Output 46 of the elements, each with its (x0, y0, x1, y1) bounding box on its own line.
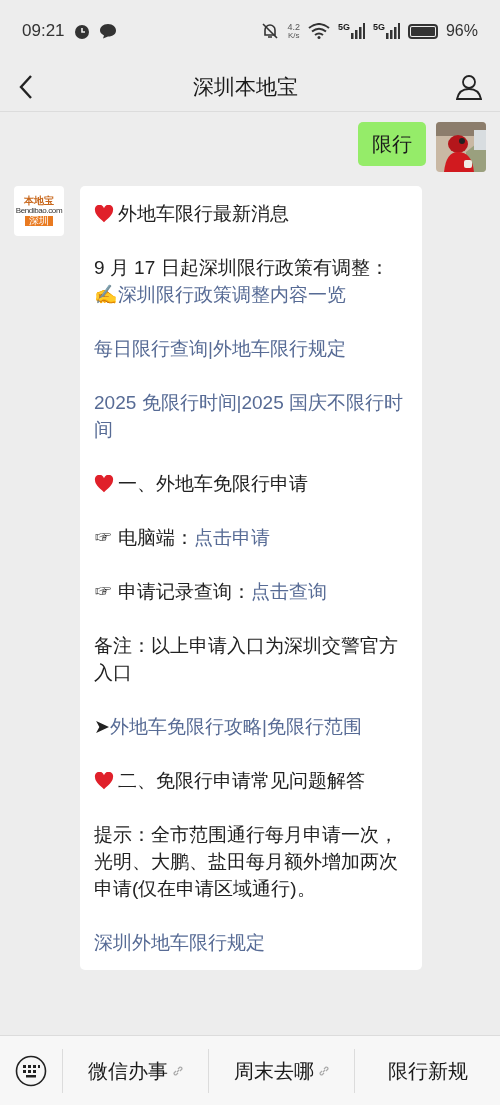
signal-icon (350, 23, 365, 39)
keyboard-icon[interactable] (15, 1054, 47, 1087)
link-icon (317, 1064, 330, 1077)
message-text: 提示：全市范围通行每月申请一次，光明、大鹏、盐田每月额外增加两次申请(仅在申请区域通行)。 (94, 823, 399, 901)
message-text: 9 月 17 日起深圳限行政策有调整： (94, 256, 389, 280)
message-link[interactable]: 深圳限行政策调整内容一览 (118, 281, 346, 308)
message-link[interactable]: 外地车免限行攻略|免限行范围 (110, 713, 362, 740)
chat-title: 深圳本地宝 (192, 73, 298, 100)
message-text: 一、外地车免限行申请 (118, 472, 308, 496)
menu-tab[interactable]: 周末去哪 (208, 1048, 354, 1093)
heart-icon (94, 204, 114, 223)
signal-icon (385, 23, 400, 39)
battery-icon (407, 23, 438, 39)
message-text: ✍ (94, 283, 118, 307)
back-icon[interactable] (18, 73, 34, 100)
message-text: ☞ 申请记录查询： (94, 580, 252, 604)
message-text: 二、免限行申请常见问题解答 (118, 769, 365, 793)
chat-bubble-icon (98, 23, 117, 39)
network-type: 5G (337, 23, 350, 32)
network-type: 5G (372, 23, 385, 32)
logo-brand: 本地宝 (24, 196, 54, 206)
logo-site: Bendibao.com (15, 207, 63, 215)
message-link[interactable]: 点击查询 (251, 578, 328, 605)
clock-time: 09:21 (22, 20, 65, 43)
speed-value: 4.2 (287, 22, 300, 32)
message-text: 备注：以上申请入口为深圳交警官方入口 (94, 634, 399, 685)
menu-tab[interactable]: 微信办事 (62, 1048, 208, 1093)
heart-icon (94, 771, 114, 790)
profile-icon[interactable] (456, 73, 482, 100)
speed-unit: K/s (287, 31, 300, 40)
heart-icon (94, 474, 114, 493)
wifi-icon (307, 23, 330, 39)
message-link[interactable]: 2025 免限行时间|2025 国庆不限行时间 (94, 389, 408, 443)
account-avatar[interactable]: 本地宝 Bendibao.com 深圳 (14, 186, 64, 236)
message-link[interactable]: 点击申请 (194, 524, 271, 551)
message-text: ☞ 电脑端： (94, 526, 195, 550)
message-link[interactable]: 深圳外地车限行规定 (94, 929, 265, 956)
sent-message-bubble: 限行 (358, 122, 426, 166)
menu-tab[interactable]: 限行新规 (354, 1048, 500, 1093)
muted-bell-icon (261, 22, 280, 40)
battery-percent: 96% (445, 21, 478, 41)
message-text: 外地车限行最新消息 (118, 202, 289, 226)
message-text: ➤ (94, 715, 110, 739)
logo-city: 深圳 (25, 216, 53, 226)
link-icon (171, 1064, 184, 1077)
message-link[interactable]: 每日限行查询|外地车限行规定 (94, 335, 346, 362)
